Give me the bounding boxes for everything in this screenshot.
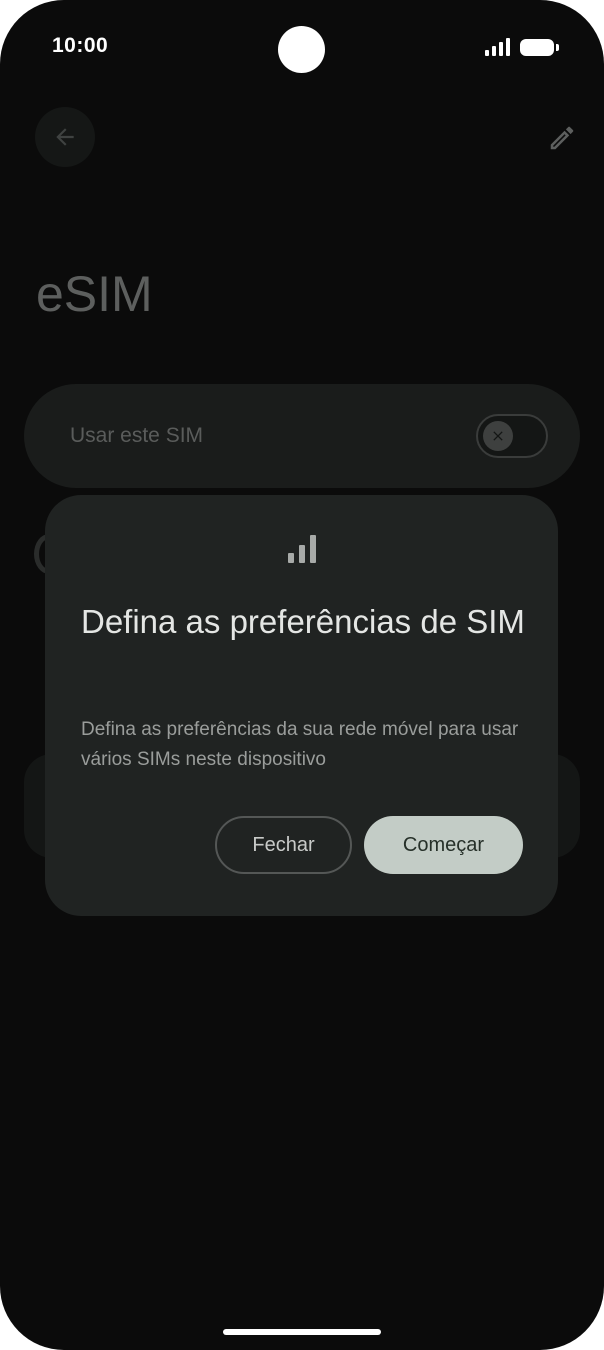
use-sim-label: Usar este SIM (70, 424, 204, 447)
edit-button[interactable] (542, 118, 582, 158)
use-sim-row[interactable]: Usar este SIM (24, 384, 580, 488)
pencil-icon (550, 126, 574, 150)
camera-cutout (278, 26, 325, 73)
close-button[interactable]: Fechar (215, 816, 352, 874)
home-indicator[interactable] (223, 1329, 381, 1335)
signal-icon (485, 38, 510, 56)
dialog-title: Defina as preferências de SIM (81, 603, 525, 640)
toggle-knob (483, 421, 513, 451)
status-time: 10:00 (52, 34, 109, 57)
status-icons (485, 38, 559, 56)
arrow-left-icon (56, 128, 74, 146)
phone-screen: 10:00 eSIM Usar este SIM Defina as prefe… (0, 0, 604, 1350)
dialog-body: Defina as preferências da sua rede móvel… (81, 719, 519, 770)
signal-bars-icon (288, 535, 316, 563)
page-title: eSIM (36, 266, 153, 322)
battery-icon (520, 38, 559, 56)
sim-preferences-dialog: Defina as preferências de SIM Defina as … (45, 495, 558, 916)
close-icon (493, 431, 503, 441)
use-sim-toggle[interactable] (476, 414, 548, 458)
back-button[interactable] (35, 107, 95, 167)
start-button[interactable]: Começar (364, 816, 523, 874)
